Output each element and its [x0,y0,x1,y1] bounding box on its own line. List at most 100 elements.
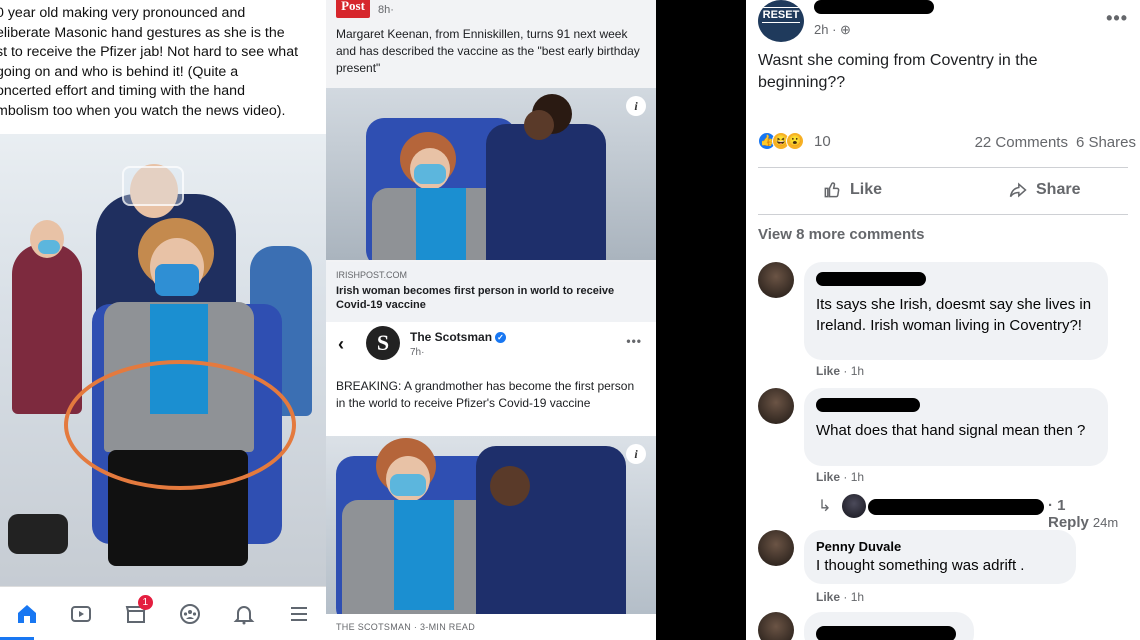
back-chevron-icon[interactable]: ‹ [338,334,344,355]
notification-badge: 1 [137,594,153,610]
right-screenshot-panel: RESET 2h · ⊕ ••• Wasnt she coming from C… [746,0,1140,640]
home-icon[interactable] [12,599,42,629]
like-button[interactable]: Like [822,180,882,200]
face-shield [122,166,184,206]
left-screenshot-panel: 0 year old making very pronounced and el… [0,0,326,640]
irishpost-post-text: Margaret Keenan, from Enniskillen, turns… [336,27,640,75]
share-button[interactable]: Share [1008,180,1080,200]
globe-icon: ⊕ [840,22,851,37]
reply-avatar [842,494,866,518]
redacted-reply-name [868,499,1044,515]
comment-text: Its says she Irish, doesmt say she lives… [816,296,1092,334]
shares-count[interactable]: 6 Shares [1076,134,1136,151]
shirt [416,188,466,260]
scotsman-post-text: BREAKING: A grandmother has become the f… [336,379,635,410]
comment-meta: Like · 1h [816,590,864,604]
reply-link[interactable]: · 1 Reply 24m [1048,497,1138,531]
nurse-figure [486,124,606,260]
comment-meta: Like · 1h [816,364,864,378]
view-replies-row[interactable]: ↳ · 1 Reply 24m [758,494,1138,531]
reaction-count: 10 [814,132,831,150]
commenter-name[interactable]: Penny Duvale [816,539,1064,555]
comment-meta: Like · 1h [816,470,864,484]
bell-icon[interactable] [229,599,259,629]
thumbs-up-icon [824,182,840,198]
reactions-summary[interactable]: 👍 😆 😮 10 [758,132,831,150]
scotsman-logo[interactable]: S [366,326,400,360]
shirt [394,500,454,610]
avatar[interactable] [758,262,794,298]
like-label: Like [850,181,883,198]
nurse-face [490,466,530,506]
staff-figure [12,244,82,414]
reply-arrow-icon: ↳ [818,498,832,515]
link-source: IRISHPOST.COM [336,270,408,280]
page-name-text: The Scotsman [410,330,493,344]
reply-time: 24m [1092,515,1119,530]
comment-time: · 1h [843,470,865,484]
comment-text: I thought something was adrift . [816,557,1025,574]
divider [758,214,1128,215]
redaction-bar [816,272,926,286]
link-preview[interactable]: IRISHPOST.COM Irish woman becomes first … [326,262,656,322]
middle-screenshot-panel: Post 8h· Margaret Keenan, from Enniskill… [326,0,656,640]
avatar[interactable] [758,612,794,640]
menu-icon[interactable] [284,599,314,629]
scotsman-photo[interactable]: i [326,436,656,614]
post-body: Wasnt she coming from Coventry in the be… [758,52,1038,91]
video-icon[interactable] [66,599,96,629]
post-time: 7h· [410,347,425,358]
comment-bubble: Its says she Irish, doesmt say she lives… [804,262,1108,360]
avatar[interactable] [758,530,794,566]
redacted-commenter-name [816,398,1096,414]
share-label: Share [1036,181,1081,198]
staff-shoes [8,514,68,554]
more-options-icon[interactable]: ••• [626,334,642,348]
post-time-text: 2h · [814,22,837,37]
comment-bubble: Penny Duvale I thought something was adr… [804,530,1076,584]
nurse-face [524,110,554,140]
redacted-page-name [814,0,934,14]
comment-bubble [804,612,974,640]
woman-mask [414,164,446,184]
divider [758,167,1128,168]
irishpost-post-header: Post 8h· [326,0,656,24]
redaction-bar [816,626,956,640]
comments-count[interactable]: 22 Comments [975,134,1068,151]
verified-check-icon: ✓ [495,332,507,344]
comment-like-link[interactable]: Like [816,590,840,604]
info-icon[interactable]: i [626,96,646,116]
article-footer: THE SCOTSMAN · 3-MIN READ [336,622,476,632]
left-post-photo[interactable] [0,134,326,586]
woman-mask [390,474,426,496]
black-separator [656,0,746,640]
comment-like-link[interactable]: Like [816,470,840,484]
redacted-commenter-name [816,272,1096,288]
engagement-counts: 22 Comments 6 Shares [967,134,1136,151]
orange-circle-annotation [64,360,296,490]
comment-time: · 1h [843,590,865,604]
page-avatar[interactable]: RESET [758,0,804,42]
comment-text: What does that hand signal mean then ? [816,422,1086,439]
view-more-comments-link[interactable]: View 8 more comments [758,226,924,243]
page-name[interactable]: The Scotsman ✓ [410,330,507,344]
scotsman-post: ‹ S The Scotsman ✓ 7h· ••• BREAKING: A gr… [326,322,656,640]
info-icon[interactable]: i [626,444,646,464]
bottom-navigation-bar: 1 [0,586,326,640]
avatar[interactable] [758,388,794,424]
left-post-text: 0 year old making very pronounced and el… [0,5,299,119]
page-avatar-text: RESET [762,7,800,23]
reply-label: · 1 Reply [1048,497,1089,531]
wow-reaction-icon: 😮 [786,132,804,150]
irishpost-photo[interactable]: i [326,88,656,260]
comment-like-link[interactable]: Like [816,364,840,378]
link-title: Irish woman becomes first person in worl… [336,285,615,311]
woman-mask [155,264,199,296]
staff-mask [38,240,60,254]
more-options-icon[interactable]: ••• [1106,8,1128,29]
groups-icon[interactable] [175,599,205,629]
marketplace-icon[interactable]: 1 [121,594,153,629]
post-time: 2h · ⊕ [814,22,851,38]
irishpost-logo[interactable]: Post [336,0,370,18]
comment-time: · 1h [843,364,865,378]
